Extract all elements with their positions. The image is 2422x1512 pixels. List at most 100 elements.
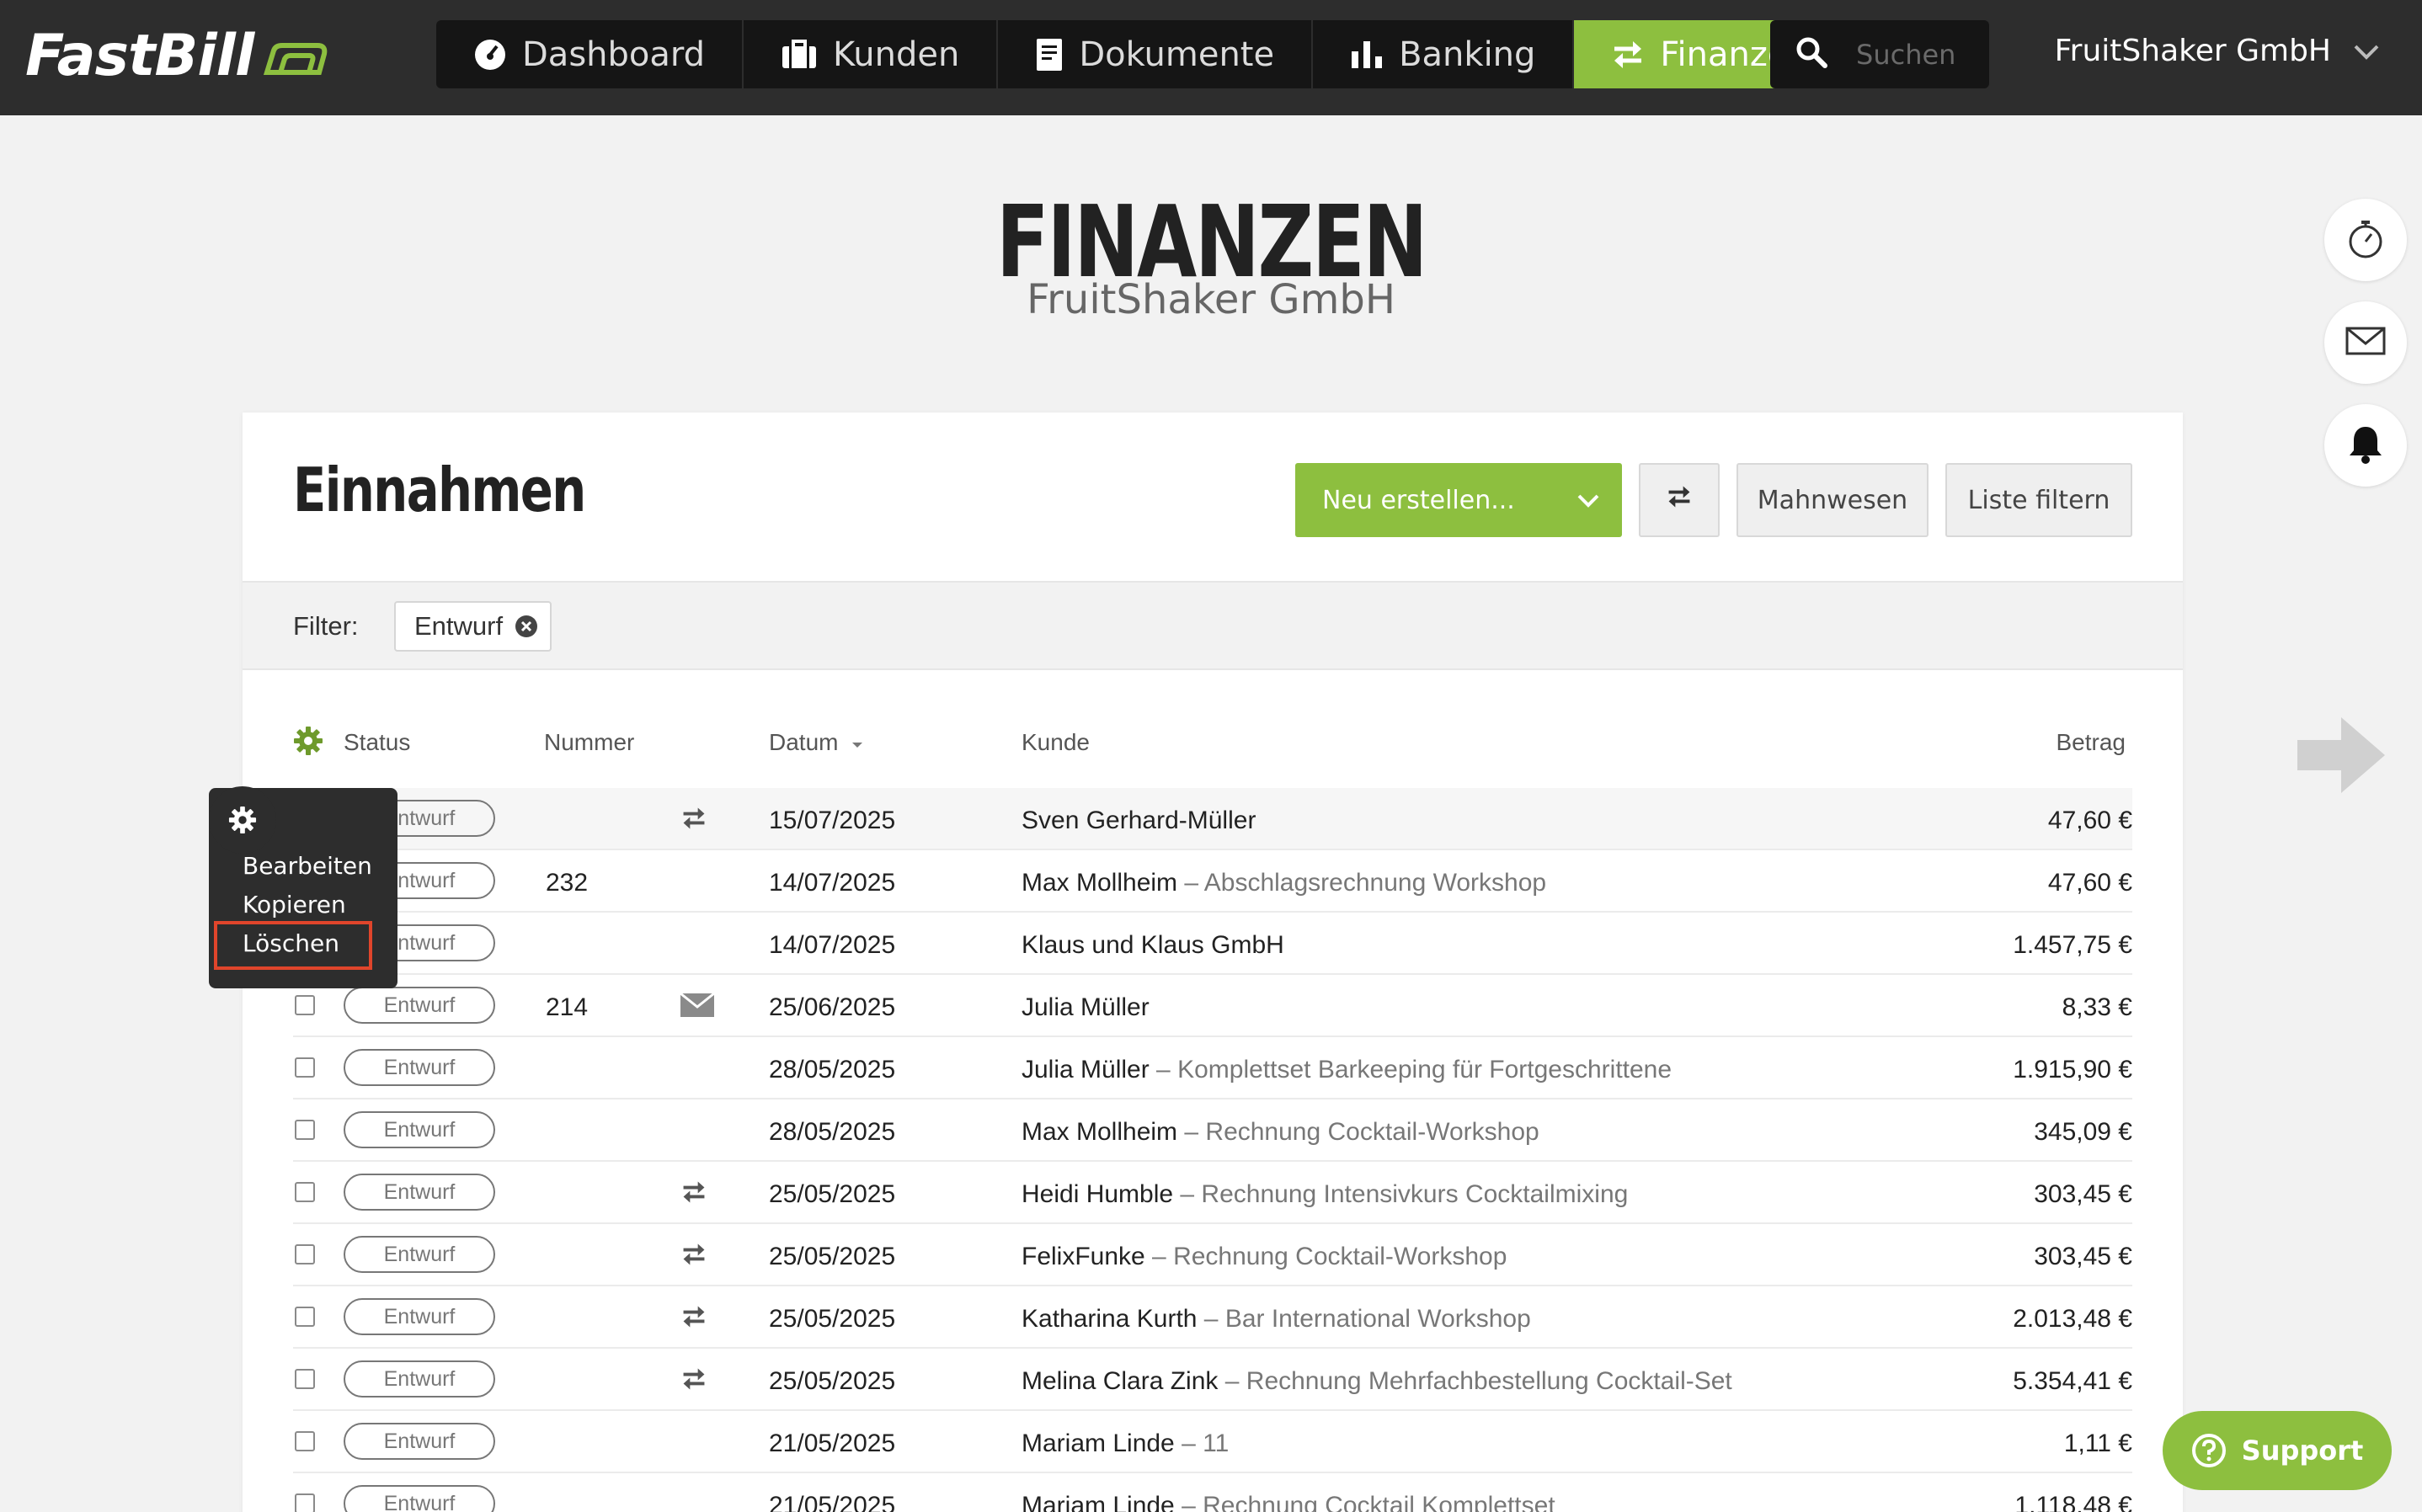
column-settings-gear-icon[interactable] (293, 726, 323, 762)
sort-desc-icon (852, 743, 863, 748)
table-row[interactable]: Entwurf 21/05/2025 Mariam Linde – Rechnu… (293, 1473, 2132, 1512)
row-checkbox[interactable] (295, 995, 315, 1015)
invoice-date: 21/05/2025 (769, 1429, 896, 1457)
menu-item-delete[interactable]: Löschen (243, 929, 339, 957)
invoice-date: 28/05/2025 (769, 1118, 896, 1146)
card-title: Einnahmen (293, 455, 586, 525)
table-row[interactable]: Entwurf 21/05/2025 Mariam Linde – 11 1,1… (293, 1411, 2132, 1473)
nav-kunden[interactable]: Kunden (744, 20, 999, 88)
invoice-customer: Max Mollheim – Rechnung Cocktail-Worksho… (1022, 1118, 1539, 1147)
invoice-amount: 303,45 € (2034, 1243, 2132, 1270)
table-row[interactable]: Entwurf 25/05/2025 Katharina Kurth – Bar… (293, 1286, 2132, 1349)
invoice-customer: Julia Müller (1022, 993, 1150, 1022)
table-row[interactable]: Entwurf 15/07/2025 Sven Gerhard-Müller 4… (293, 788, 2132, 850)
table-row[interactable]: Entwurf 28/05/2025 Julia Müller – Komple… (293, 1037, 2132, 1099)
page-subtitle: FruitShaker GmbH (1027, 276, 1395, 323)
invoice-customer: Max Mollheim – Abschlagsrechnung Worksho… (1022, 869, 1546, 897)
customer-name: Sven Gerhard-Müller (1022, 807, 1256, 834)
invoice-date: 25/05/2025 (769, 1367, 896, 1395)
invoice-amount: 1.457,75 € (2013, 931, 2132, 959)
next-page-arrow-icon[interactable] (2297, 717, 2385, 797)
logo-text: FastBill (25, 22, 254, 89)
invoice-date: 25/05/2025 (769, 1305, 896, 1333)
nav-dokumente-label: Dokumente (1079, 35, 1275, 74)
remove-filter-icon[interactable] (515, 615, 538, 638)
support-label: Support (2241, 1435, 2364, 1467)
nav-dokumente[interactable]: Dokumente (998, 20, 1314, 88)
row-checkbox[interactable] (295, 1057, 315, 1078)
table-row[interactable]: Entwurf 25/05/2025 Heidi Humble – Rechnu… (293, 1162, 2132, 1224)
table-row[interactable]: Entwurf 14/07/2025 Klaus und Klaus GmbH … (293, 913, 2132, 975)
invoice-date: 14/07/2025 (769, 931, 896, 959)
row-checkbox[interactable] (295, 1493, 315, 1512)
row-checkbox[interactable] (295, 1369, 315, 1389)
invoice-description: – Rechnung Cocktail Komplettset (1174, 1492, 1555, 1512)
invoice-amount: 1.915,90 € (2013, 1056, 2132, 1083)
create-new-dropdown[interactable]: Neu erstellen... (1295, 463, 1622, 537)
invoice-amount: 47,60 € (2047, 807, 2132, 834)
invoice-customer: Mariam Linde – Rechnung Cocktail Komplet… (1022, 1492, 1555, 1512)
account-menu[interactable]: FruitShaker GmbH (2055, 34, 2380, 68)
fastbill-logo[interactable]: FastBill (25, 22, 331, 89)
invoice-date: 25/05/2025 (769, 1243, 896, 1270)
column-number[interactable]: Nummer (544, 729, 634, 756)
filter-chip-entwurf[interactable]: Entwurf (394, 601, 552, 652)
account-name: FruitShaker GmbH (2054, 34, 2331, 68)
table-row[interactable]: Entwurf 214 25/06/2025 Julia Müller 8,33… (293, 975, 2132, 1037)
invoice-description: – Bar International Workshop (1197, 1305, 1531, 1333)
nav-dashboard[interactable]: Dashboard (436, 20, 744, 88)
nav-kunden-label: Kunden (833, 35, 960, 74)
column-customer[interactable]: Kunde (1022, 729, 1090, 756)
status-badge: Entwurf (344, 987, 495, 1024)
invoice-customer: Sven Gerhard-Müller (1022, 807, 1256, 835)
invoice-date: 25/06/2025 (769, 993, 896, 1021)
dunning-button[interactable]: Mahnwesen (1736, 463, 1929, 537)
nav-banking-label: Banking (1399, 35, 1536, 74)
customer-name: Julia Müller (1022, 993, 1150, 1021)
status-badge: Entwurf (344, 1049, 495, 1086)
exchange-arrows-icon (1611, 40, 1645, 70)
column-amount[interactable]: Betrag (2057, 729, 2126, 756)
row-context-menu: Bearbeiten Kopieren Löschen (209, 786, 397, 988)
invoice-date: 28/05/2025 (769, 1056, 896, 1083)
invoice-number: 214 (546, 993, 589, 1021)
column-date[interactable]: Datum (769, 729, 865, 756)
create-new-label: Neu erstellen... (1322, 485, 1515, 515)
invoice-amount: 303,45 € (2034, 1180, 2132, 1208)
row-checkbox[interactable] (295, 1120, 315, 1140)
table-header: Status Nummer Datum Kunde Betrag (293, 722, 2132, 764)
row-actions-gear-icon[interactable] (209, 786, 276, 854)
nav-dashboard-label: Dashboard (522, 35, 706, 74)
invoice-description: – 11 (1174, 1429, 1230, 1457)
mail-sent-icon (680, 993, 714, 1017)
table-row[interactable]: Entwurf 25/05/2025 FelixFunke – Rechnung… (293, 1224, 2132, 1286)
support-button[interactable]: Support (2163, 1411, 2392, 1490)
recurring-toggle-button[interactable] (1639, 463, 1720, 537)
invoice-amount: 1,11 € (2063, 1429, 2132, 1457)
row-checkbox[interactable] (295, 1182, 315, 1202)
search-box (1770, 20, 1991, 88)
row-checkbox[interactable] (295, 1431, 315, 1451)
timer-button[interactable] (2324, 199, 2407, 281)
search-icon (1795, 36, 1827, 72)
menu-item-copy[interactable]: Kopieren (243, 891, 346, 918)
menu-item-edit[interactable]: Bearbeiten (243, 852, 372, 880)
invoice-customer: Heidi Humble – Rechnung Intensivkurs Coc… (1022, 1180, 1628, 1209)
table-row[interactable]: Entwurf 28/05/2025 Max Mollheim – Rechnu… (293, 1099, 2132, 1162)
invoice-date: 21/05/2025 (769, 1492, 896, 1512)
table-row[interactable]: Entwurf 232 14/07/2025 Max Mollheim – Ab… (293, 850, 2132, 913)
row-checkbox[interactable] (295, 1244, 315, 1264)
invoice-customer: FelixFunke – Rechnung Cocktail-Workshop (1022, 1243, 1507, 1271)
table-row[interactable]: Entwurf 25/05/2025 Melina Clara Zink – R… (293, 1349, 2132, 1411)
filter-list-button[interactable]: Liste filtern (1945, 463, 2132, 537)
search-input[interactable] (1856, 38, 1991, 71)
document-icon (1035, 37, 1064, 72)
messages-button[interactable] (2324, 301, 2407, 384)
column-status[interactable]: Status (344, 729, 410, 756)
recurring-icon (680, 1180, 707, 1204)
row-checkbox[interactable] (295, 1307, 315, 1327)
notifications-button[interactable] (2324, 404, 2407, 487)
nav-banking[interactable]: Banking (1313, 20, 1575, 88)
status-badge: Entwurf (344, 1423, 495, 1460)
invoice-description: – Rechnung Mehrfachbestellung Cocktail-S… (1218, 1367, 1732, 1395)
